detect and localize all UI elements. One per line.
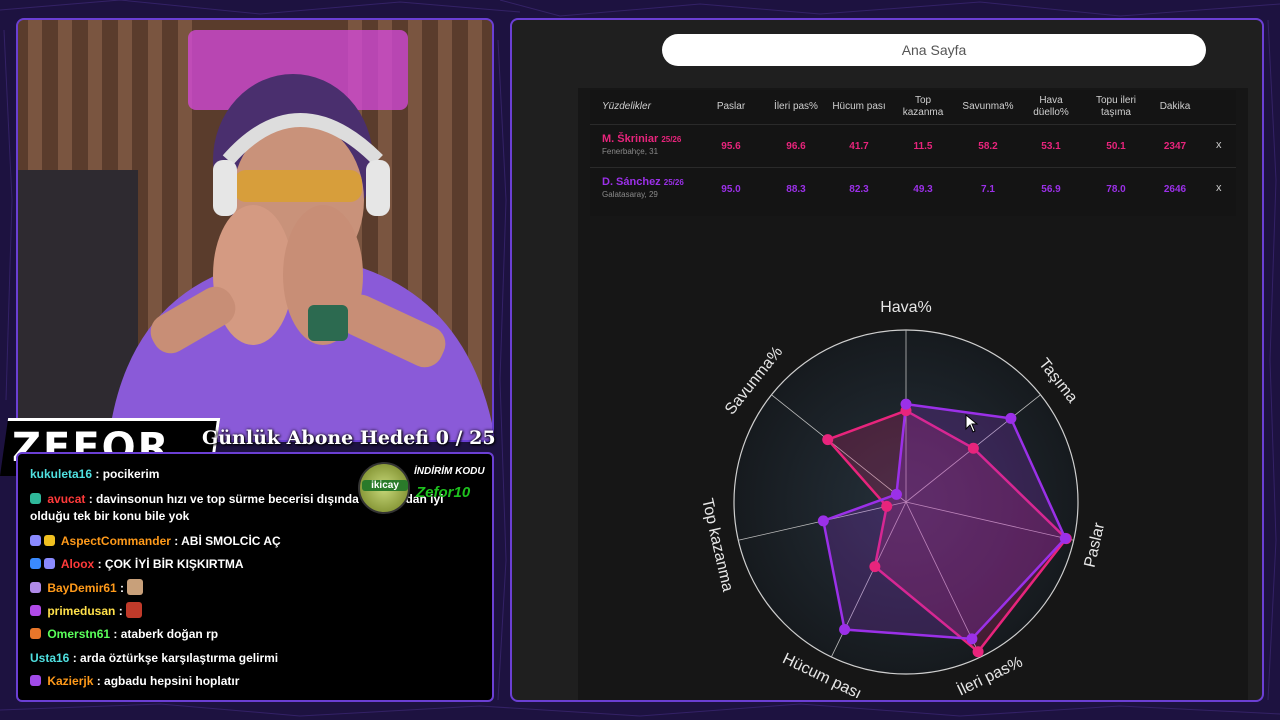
chat-message: Usta16 : arda öztürkşe karşılaştırma gel…	[30, 651, 279, 665]
chat-message: BayDemir61 :	[30, 579, 484, 597]
table-header: Yüzdelikler	[602, 101, 651, 112]
arrow-badge-icon	[30, 558, 41, 569]
table-row: D. Sánchez 25/26 Galatasaray, 29 95.0 88…	[590, 167, 1236, 209]
table-header[interactable]: Topu ileri taşıma	[1086, 90, 1146, 124]
chat-username[interactable]: primedusan	[47, 604, 115, 618]
radar-axis-label: Top kazanma	[698, 497, 736, 594]
shield-icon	[30, 582, 41, 593]
chat-username[interactable]: AspectCommander	[61, 534, 171, 548]
table-header[interactable]: Top kazanma	[898, 90, 948, 124]
table-cell: 7.1	[981, 183, 995, 195]
chat-message: Aloox : ÇOK İYİ BİR KIŞKIRTMA	[30, 556, 484, 573]
mouse-cursor-icon	[965, 414, 979, 433]
radar-data-point	[817, 515, 829, 527]
table-cell: 96.6	[786, 140, 806, 152]
table-header[interactable]: Dakika	[1150, 90, 1200, 124]
radar-data-point	[1005, 412, 1017, 424]
webcam-image	[18, 20, 492, 440]
chat-message: primedusan :	[30, 602, 484, 620]
chat-username[interactable]: BayDemir61	[47, 581, 116, 595]
table-cell: 49.3	[913, 183, 933, 195]
table-cell: 50.1	[1106, 140, 1126, 152]
table-cell: 58.2	[978, 140, 998, 152]
chat-text: agbadu hepsini hoplatır	[104, 674, 240, 688]
player-team: Fenerbahçe, 31	[602, 147, 659, 156]
table-header[interactable]: Paslar	[706, 90, 756, 124]
radar-chart: Hava%TaşımaPaslarİleri pas%Hücum pasıTop…	[698, 299, 1109, 698]
radar-data-point	[890, 488, 902, 500]
comparison-table: Yüzdelikler Paslar İleri pas% Hücum pası…	[590, 90, 1236, 216]
shield-icon	[44, 558, 55, 569]
subscriber-goal: Günlük Abone Hedefi 0 / 25	[202, 427, 496, 449]
chat-text: ABİ SMOLCİC AÇ	[181, 534, 281, 548]
table-header[interactable]: İleri pas%	[768, 90, 824, 124]
radar-axis-label: Paslar	[1082, 520, 1109, 569]
remove-player-button[interactable]: x	[1216, 182, 1222, 194]
radar-data-point	[1059, 532, 1071, 544]
emote-red-icon	[126, 602, 143, 618]
chat-message: AspectCommander : ABİ SMOLCİC AÇ	[30, 533, 484, 550]
player-team: Galatasaray, 29	[602, 190, 658, 199]
table-cell: 95.0	[721, 183, 741, 195]
radar-data-point	[839, 624, 851, 636]
table-cell: 2347	[1163, 140, 1187, 152]
chat-message: Omerstn61 : ataberk doğan rp	[30, 626, 484, 643]
emote-face-icon	[127, 579, 144, 595]
shield-icon	[30, 628, 41, 639]
chat-username[interactable]: kukuleta16	[30, 467, 92, 481]
shield-icon	[30, 605, 41, 616]
table-cell: 95.6	[721, 140, 741, 152]
table-cell: 11.5	[913, 140, 933, 152]
radar-data-point	[822, 434, 834, 446]
chat-text: ataberk doğan rp	[120, 627, 219, 641]
promo-badge: ikicay İNDİRİM KODU Zefor10	[358, 460, 488, 516]
chat-username[interactable]: avucat	[47, 492, 85, 506]
table-header[interactable]: Savunma%	[958, 90, 1018, 124]
table-row: M. Škriniar 25/26 Fenerbahçe, 31 95.6 96…	[590, 124, 1236, 166]
shield-icon	[30, 535, 41, 546]
crown-icon	[44, 535, 55, 546]
remove-player-button[interactable]: x	[1216, 139, 1222, 151]
promo-label: İNDİRİM KODU	[414, 466, 485, 477]
radar-data-point	[966, 633, 978, 645]
radar-data-point	[869, 561, 881, 573]
promo-code: Zefor10	[416, 484, 471, 501]
table-header[interactable]: Hava düello%	[1026, 90, 1076, 124]
chat-username[interactable]: Usta16	[30, 651, 69, 665]
chat-text: pocikerim	[102, 467, 160, 481]
chat-username[interactable]: Aloox	[61, 557, 94, 571]
table-cell: 78.0	[1106, 183, 1126, 195]
table-cell: 88.3	[786, 183, 806, 195]
radar-data-point	[881, 500, 893, 512]
chat-username[interactable]: Kazierjk	[47, 674, 93, 688]
address-bar[interactable]: Ana Sayfa	[662, 34, 1206, 66]
table-cell: 41.7	[849, 140, 869, 152]
player-name[interactable]: D. Sánchez 25/26	[602, 176, 684, 188]
table-cell: 53.1	[1041, 140, 1061, 152]
shield-icon	[30, 675, 41, 686]
chat-username[interactable]: Omerstn61	[47, 627, 110, 641]
radar-data-point	[972, 646, 984, 658]
comparison-page: Yüzdelikler Paslar İleri pas% Hücum pası…	[578, 88, 1248, 700]
table-cell: 82.3	[849, 183, 869, 195]
player-name[interactable]: M. Škriniar 25/26	[602, 133, 681, 145]
chat-text: arda öztürkşe karşılaştırma gelirmi	[80, 651, 279, 665]
radar-axis-label: Hava%	[880, 299, 932, 316]
browser-window: Ana Sayfa Yüzdelikler Paslar İleri pas% …	[510, 18, 1264, 702]
radar-data-point	[900, 398, 912, 410]
sponsor-logo: ikicay	[358, 462, 410, 514]
radar-data-point	[967, 442, 979, 454]
shield-icon	[30, 493, 41, 504]
webcam-panel	[16, 18, 494, 442]
chat-message: Kazierjk : agbadu hepsini hoplatır	[30, 673, 484, 690]
table-header[interactable]: Hücum pası	[830, 90, 888, 124]
chat-text: ÇOK İYİ BİR KIŞKIRTMA	[104, 557, 244, 571]
table-cell: 2646	[1163, 183, 1187, 195]
table-cell: 56.9	[1041, 183, 1061, 195]
